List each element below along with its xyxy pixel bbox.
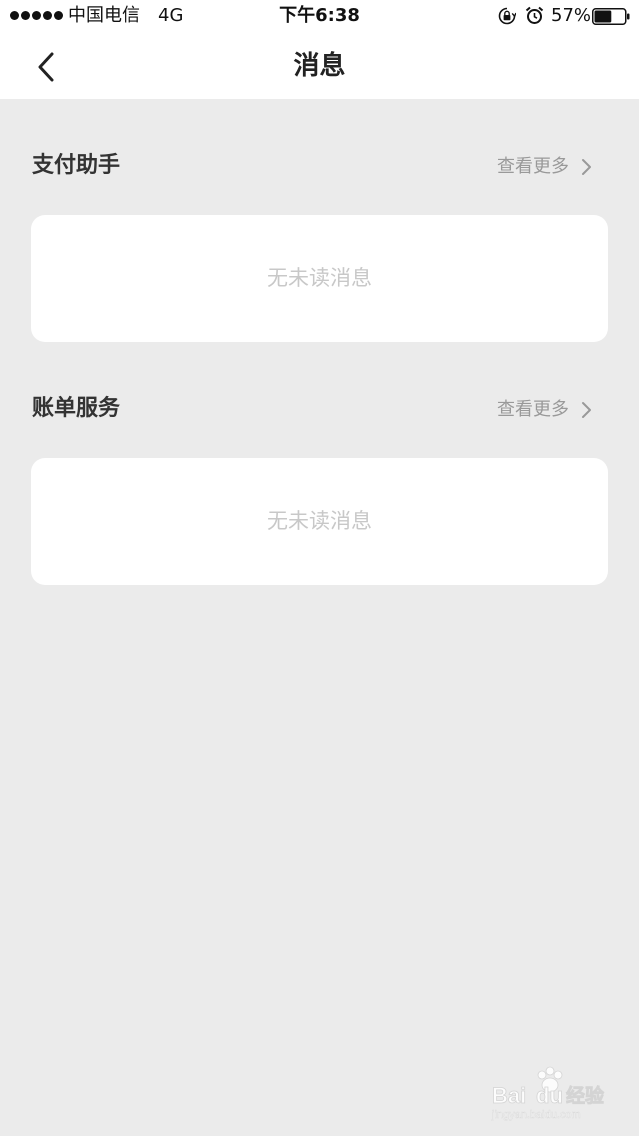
svg-text:jingyan.baidu.com: jingyan.baidu.com	[491, 1109, 581, 1121]
see-more-button[interactable]: 查看更多	[497, 395, 593, 425]
section-title: 账单服务	[32, 396, 121, 421]
chevron-right-icon	[582, 402, 591, 418]
svg-text:Bai: Bai	[492, 1083, 526, 1108]
svg-text:经验: 经验	[566, 1084, 605, 1107]
navigation-bar: 消息	[0, 34, 639, 99]
see-more-button[interactable]: 查看更多	[497, 152, 593, 182]
see-more-label: 查看更多	[497, 399, 569, 420]
section-header-payment-assistant: 支付助手 查看更多	[0, 146, 639, 186]
svg-text:du: du	[536, 1083, 563, 1108]
message-card-bill-service[interactable]: 无未读消息	[31, 458, 608, 585]
empty-message-text: 无未读消息	[267, 509, 372, 533]
baidu-jingyan-watermark-logo: Bai du 经验 jingyan.baidu.com	[491, 1066, 605, 1121]
message-card-payment-assistant[interactable]: 无未读消息	[31, 215, 608, 342]
alarm-icon	[525, 6, 544, 24]
see-more-label: 查看更多	[497, 156, 569, 177]
section-header-bill-service: 账单服务 查看更多	[0, 389, 639, 429]
status-bar: 中国电信 4G 下午6:38 57%	[0, 0, 639, 34]
page-title: 消息	[293, 51, 346, 81]
chevron-right-icon	[582, 159, 591, 175]
section-title: 支付助手	[32, 153, 121, 178]
battery-percent: 57%	[551, 5, 592, 26]
empty-message-text: 无未读消息	[267, 266, 372, 290]
battery-icon	[592, 8, 630, 25]
orientation-lock-icon	[498, 7, 516, 25]
